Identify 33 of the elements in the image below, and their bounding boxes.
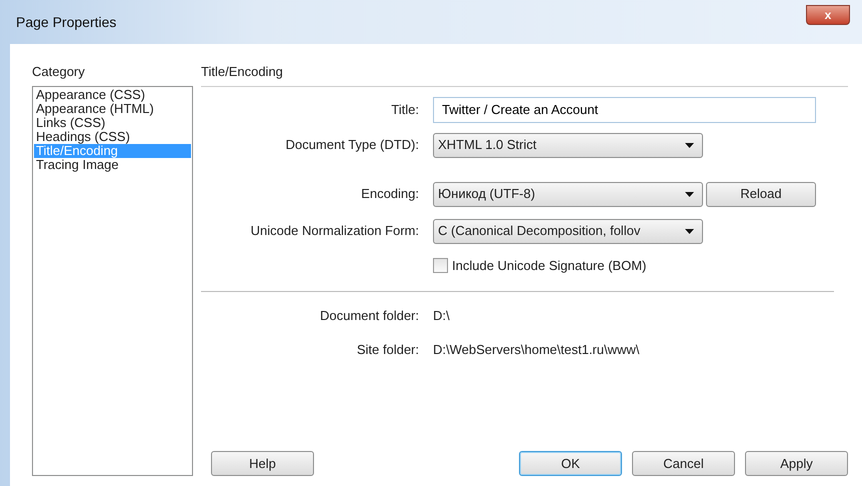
apply-button[interactable]: Apply: [745, 451, 848, 476]
help-button[interactable]: Help: [211, 451, 314, 476]
title-field[interactable]: Twitter / Create an Account: [433, 96, 816, 122]
field-label: Title:: [390, 100, 419, 119]
category-item[interactable]: Headings (CSS): [34, 130, 191, 144]
checkbox-label: Include Unicode Signature (BOM): [452, 256, 646, 275]
caret-icon: [685, 142, 694, 148]
section-heading: Title/Encoding: [201, 62, 848, 86]
encoding-dropdown[interactable]: Юникод (UTF-8): [433, 182, 703, 206]
dropdown-value: Юникод (UTF-8): [438, 185, 536, 204]
field-label: Unicode Normalization Form:: [250, 222, 419, 240]
caret-icon: [685, 228, 694, 234]
field-label: Encoding:: [360, 185, 419, 204]
folder-path: D:\: [433, 307, 450, 325]
dropdown-value: C (Canonical Decomposition, follov: [438, 222, 640, 240]
reload-button[interactable]: Reload: [706, 182, 816, 206]
ok-button[interactable]: OK: [519, 451, 622, 476]
checkbox[interactable]: [433, 258, 448, 273]
category-label: Category: [32, 63, 86, 81]
cancel-button[interactable]: Cancel: [632, 451, 735, 476]
document-type-dropdown[interactable]: XHTML 1.0 Strict: [433, 132, 703, 158]
category-item[interactable]: Tracing Image: [34, 158, 191, 172]
dropdown-value: XHTML 1.0 Strict: [438, 136, 536, 154]
field-label: Site folder:: [356, 340, 419, 358]
category-item[interactable]: Links (CSS): [34, 116, 191, 130]
normalization-dropdown[interactable]: C (Canonical Decomposition, follov: [433, 218, 703, 244]
field-label: Document folder:: [319, 307, 419, 325]
category-item[interactable]: Appearance (HTML): [34, 102, 191, 116]
field-label: Document Type (DTD):: [284, 136, 419, 154]
category-item[interactable]: Appearance (CSS): [34, 88, 191, 102]
folder-path: D:\WebServers\home\test1.ru\www\: [433, 340, 640, 358]
window-title: Page Properties: [16, 12, 116, 32]
caret-icon: [685, 192, 694, 196]
